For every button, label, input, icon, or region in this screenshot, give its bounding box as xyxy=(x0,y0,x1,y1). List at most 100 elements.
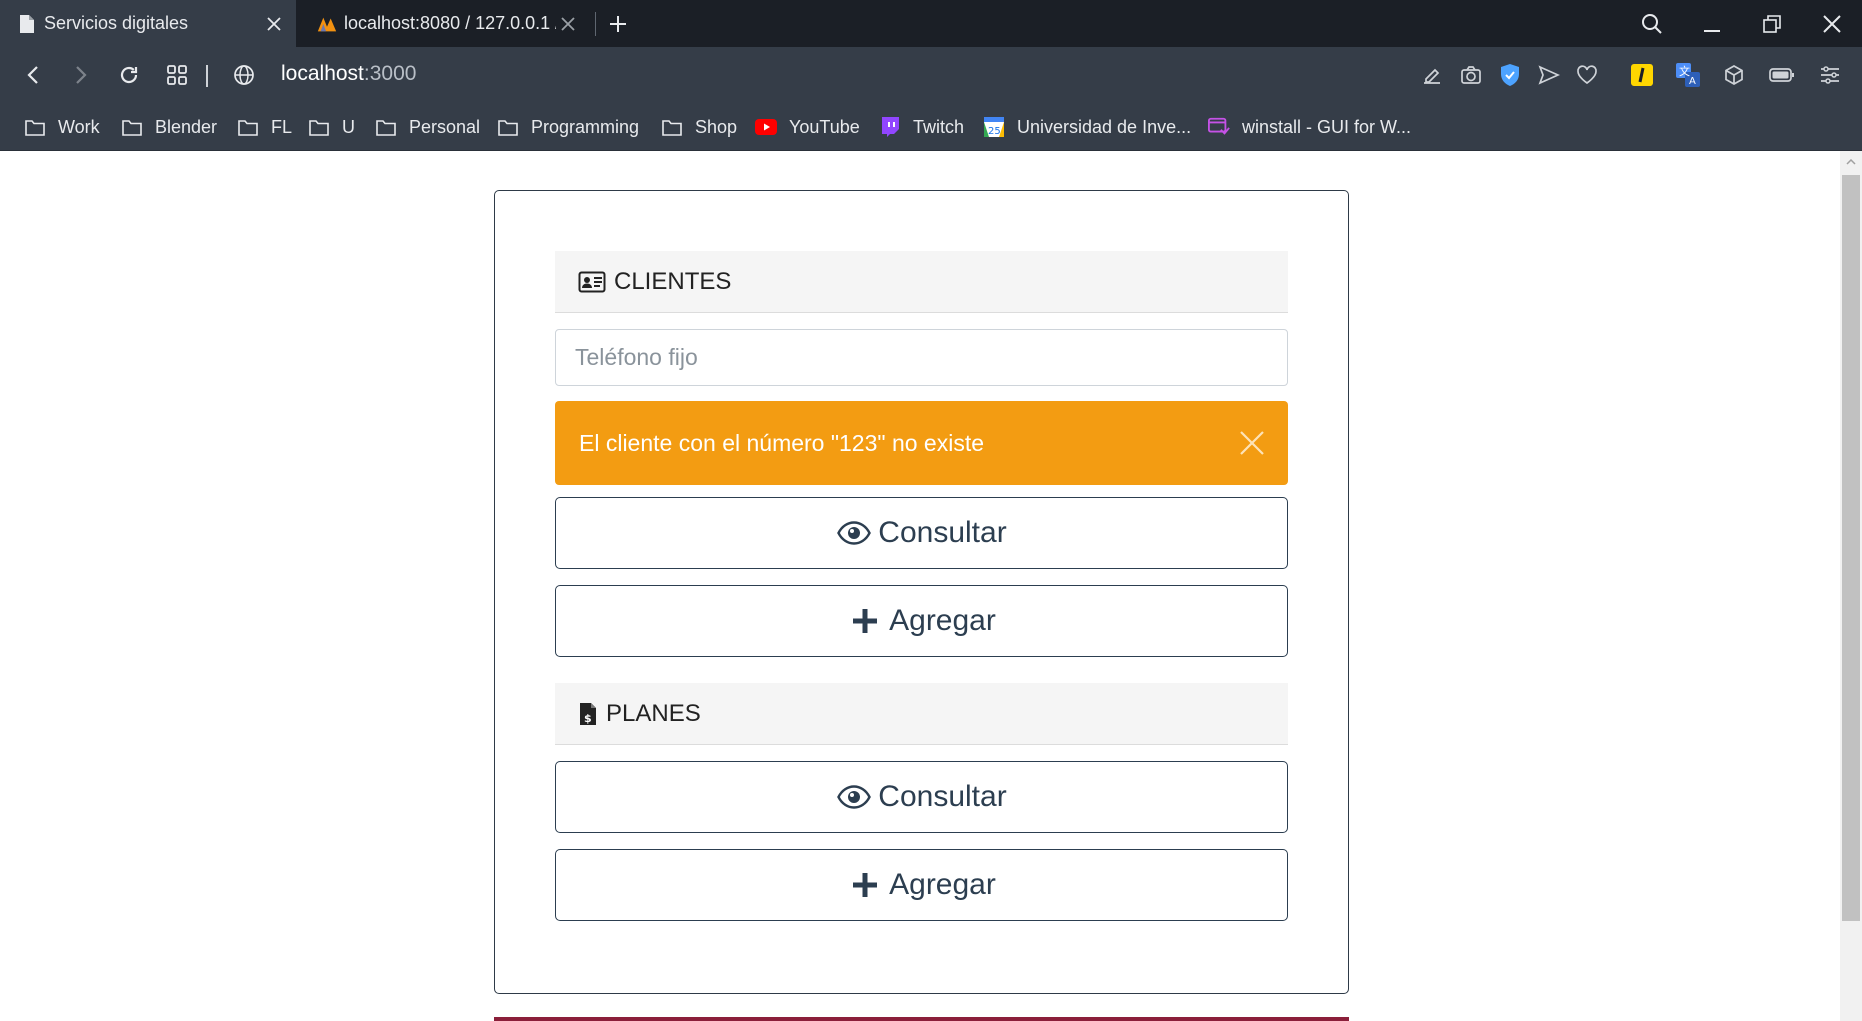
planes-consultar-button[interactable]: Consultar xyxy=(555,761,1288,833)
bookmark-label: Shop xyxy=(695,116,738,137)
page-scrollbar[interactable] xyxy=(1840,151,1862,1021)
cube-icon[interactable] xyxy=(1718,59,1750,91)
heart-icon[interactable] xyxy=(1571,59,1603,91)
button-label: Agregar xyxy=(889,868,996,901)
settings-sliders-icon[interactable] xyxy=(1814,59,1846,91)
battery-icon[interactable] xyxy=(1766,59,1798,91)
close-icon[interactable] xyxy=(556,12,580,36)
winstall-icon xyxy=(1208,116,1230,138)
invoice-dollar-icon: $ xyxy=(578,700,598,728)
close-icon[interactable] xyxy=(1236,427,1268,459)
url-host: localhost xyxy=(281,62,364,85)
planes-header: $ PLANES xyxy=(555,683,1288,745)
address-separator xyxy=(206,65,208,87)
svg-text:25: 25 xyxy=(988,126,1001,137)
clientes-consultar-button[interactable]: Consultar xyxy=(555,497,1288,569)
bookmark-label: U xyxy=(342,116,355,137)
clientes-title: CLIENTES xyxy=(614,267,732,295)
url-port: :3000 xyxy=(363,62,417,85)
bookmark-u[interactable]: U xyxy=(308,113,355,141)
search-tabs-icon[interactable] xyxy=(1622,0,1682,47)
shield-icon[interactable] xyxy=(1494,59,1526,91)
bookmark-personal[interactable]: Personal xyxy=(375,113,480,141)
back-icon[interactable] xyxy=(16,57,52,93)
telefono-fijo-input[interactable] xyxy=(555,329,1288,386)
bookmark-label: Work xyxy=(58,116,100,137)
button-label: Agregar xyxy=(889,604,996,637)
scrollbar-thumb[interactable] xyxy=(1842,175,1860,921)
tab-title: localhost:8080 / 127.0.0.1 / xyxy=(344,13,556,33)
address-bar: localhost:3000 文A xyxy=(0,47,1862,103)
bookmark-programming[interactable]: Programming xyxy=(497,113,639,141)
tab-title: Servicios digitales xyxy=(44,13,189,33)
folder-icon xyxy=(661,116,683,138)
url-field[interactable]: localhost:3000 xyxy=(281,62,416,86)
tab-bar: Servicios digitales localhost:8080 / 127… xyxy=(0,0,1862,47)
minimize-button[interactable] xyxy=(1682,0,1742,47)
clientes-agregar-button[interactable]: Agregar xyxy=(555,585,1288,657)
bookmark-label: Blender xyxy=(155,116,218,137)
folder-icon xyxy=(308,116,330,138)
bookmark-label: Programming xyxy=(531,116,640,137)
folder-icon xyxy=(237,116,259,138)
send-icon[interactable] xyxy=(1533,59,1565,91)
folder-icon xyxy=(497,116,519,138)
tab-separator xyxy=(595,12,596,36)
main-card: CLIENTES El cliente con el número "123" … xyxy=(494,190,1349,994)
folder-icon xyxy=(375,116,397,138)
svg-text:$: $ xyxy=(584,712,592,725)
forward-icon[interactable] xyxy=(62,57,98,93)
edit-page-icon[interactable] xyxy=(1416,59,1448,91)
bookmark-blender[interactable]: Blender xyxy=(121,113,217,141)
scroll-up-icon[interactable] xyxy=(1840,155,1862,169)
bookmark-label: FL xyxy=(271,116,293,137)
alert-message: El cliente con el número "123" no existe xyxy=(579,429,985,456)
phpmyadmin-icon xyxy=(316,13,338,35)
id-card-icon xyxy=(578,268,606,296)
close-icon[interactable] xyxy=(262,12,286,36)
button-label: Consultar xyxy=(878,516,1007,549)
globe-icon[interactable] xyxy=(226,57,262,93)
next-card-edge xyxy=(494,1017,1349,1021)
bookmark-universidad[interactable]: 25 Universidad de Inve... xyxy=(983,113,1191,141)
tab-servicios-digitales[interactable]: Servicios digitales xyxy=(0,0,296,47)
document-icon xyxy=(16,13,38,35)
plus-icon xyxy=(847,603,883,639)
bookmark-shop[interactable]: Shop xyxy=(661,113,737,141)
calendar-icon: 25 xyxy=(983,116,1005,138)
extension-yellow-icon[interactable] xyxy=(1626,59,1658,91)
page-viewport: CLIENTES El cliente con el número "123" … xyxy=(0,151,1840,1021)
speed-dial-icon[interactable] xyxy=(159,57,195,93)
clientes-header: CLIENTES xyxy=(555,251,1288,313)
bookmark-fl[interactable]: FL xyxy=(237,113,292,141)
bookmarks-bar: Work Blender FL U Personal Programming S… xyxy=(0,103,1862,151)
tab-phpmyadmin[interactable]: localhost:8080 / 127.0.0.1 / xyxy=(300,0,590,47)
close-window-button[interactable] xyxy=(1802,0,1862,47)
button-label: Consultar xyxy=(878,780,1007,813)
bookmark-label: winstall - GUI for W... xyxy=(1242,116,1412,137)
translate-icon[interactable]: 文A xyxy=(1672,59,1704,91)
bookmark-label: Universidad de Inve... xyxy=(1017,116,1192,137)
bookmark-work[interactable]: Work xyxy=(24,113,100,141)
new-tab-button[interactable] xyxy=(604,10,632,38)
planes-agregar-button[interactable]: Agregar xyxy=(555,849,1288,921)
eye-icon xyxy=(836,515,872,551)
planes-title: PLANES xyxy=(606,699,701,727)
svg-text:A: A xyxy=(1689,76,1696,87)
cliente-no-existe-alert: El cliente con el número "123" no existe xyxy=(555,401,1288,485)
plus-icon xyxy=(847,867,883,903)
youtube-icon xyxy=(755,116,777,138)
reload-icon[interactable] xyxy=(111,57,147,93)
bookmark-youtube[interactable]: YouTube xyxy=(755,113,860,141)
camera-icon[interactable] xyxy=(1455,59,1487,91)
bookmark-label: YouTube xyxy=(789,116,860,137)
folder-icon xyxy=(121,116,143,138)
twitch-icon xyxy=(879,116,901,138)
restore-button[interactable] xyxy=(1742,0,1802,47)
folder-icon xyxy=(24,116,46,138)
eye-icon xyxy=(836,779,872,815)
bookmark-label: Twitch xyxy=(913,116,965,137)
bookmark-twitch[interactable]: Twitch xyxy=(879,113,964,141)
bookmark-winstall[interactable]: winstall - GUI for W... xyxy=(1208,113,1411,141)
bookmark-label: Personal xyxy=(409,116,481,137)
